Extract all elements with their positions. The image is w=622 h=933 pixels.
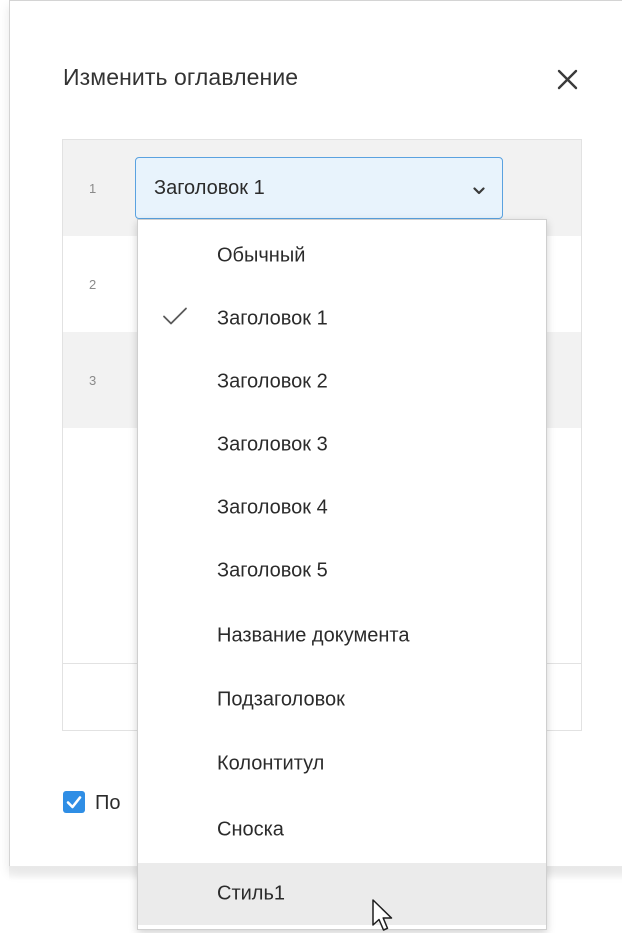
menu-item-label: Заголовок 3 [217, 433, 328, 456]
menu-item-header-footer[interactable]: Колонтитул [138, 733, 546, 795]
chevron-down-icon [473, 183, 485, 201]
menu-item-heading-2[interactable]: Заголовок 2 [138, 351, 546, 413]
menu-item-heading-1[interactable]: Заголовок 1 [138, 288, 546, 350]
menu-item-footnote[interactable]: Сноска [138, 799, 546, 861]
menu-item-label: Заголовок 2 [217, 370, 328, 393]
menu-item-label: Сноска [217, 818, 284, 841]
menu-item-heading-5[interactable]: Заголовок 5 [138, 540, 546, 602]
menu-item-label: Заголовок 4 [217, 496, 328, 519]
heading-style-select[interactable]: Заголовок 1 [135, 157, 503, 219]
menu-item-label: Стиль1 [217, 882, 285, 905]
close-button[interactable] [553, 64, 583, 94]
menu-item-label: Обычный [217, 244, 306, 267]
menu-item-document-title[interactable]: Название документа [138, 605, 546, 667]
row-number: 3 [89, 373, 97, 388]
menu-item-label: Заголовок 5 [217, 559, 328, 582]
heading-style-select-value: Заголовок 1 [154, 177, 265, 199]
menu-item-heading-4[interactable]: Заголовок 4 [138, 477, 546, 539]
toc-option-checkbox[interactable] [63, 791, 85, 813]
checkmark-icon [162, 306, 188, 333]
dialog-title: Изменить оглавление [63, 64, 299, 90]
menu-item-style1[interactable]: Стиль1 [138, 863, 546, 925]
menu-item-label: Подзаголовок [217, 688, 345, 711]
menu-item-label: Колонтитул [217, 752, 325, 775]
menu-item-label: Название документа [217, 624, 410, 647]
close-icon [553, 64, 583, 94]
toc-option-label: По [95, 792, 121, 814]
row-number: 1 [89, 181, 97, 196]
menu-item-subtitle[interactable]: Подзаголовок [138, 669, 546, 731]
row-number: 2 [89, 277, 97, 292]
screen: Изменить оглавление 1 2 3 Заголовок 1 По… [0, 0, 622, 933]
menu-item-heading-3[interactable]: Заголовок 3 [138, 414, 546, 476]
menu-item-label: Заголовок 1 [217, 307, 328, 330]
heading-style-menu: Обычный Заголовок 1 Заголовок 2 Заголово… [137, 219, 547, 930]
menu-item-normal[interactable]: Обычный [138, 225, 546, 287]
